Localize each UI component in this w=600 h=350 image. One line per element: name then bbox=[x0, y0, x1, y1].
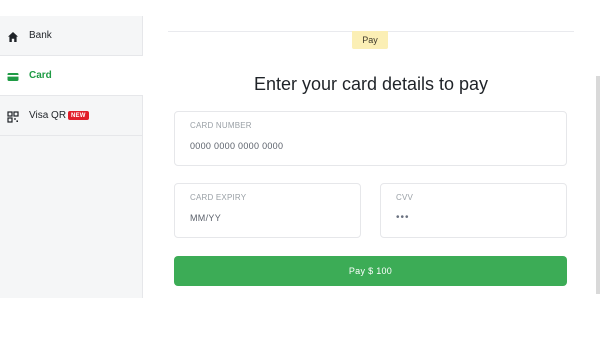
sidebar-item-label: Visa QR bbox=[29, 110, 67, 121]
qr-code-icon bbox=[7, 110, 19, 123]
sidebar-item-card[interactable]: Card bbox=[0, 56, 143, 96]
cvv-field[interactable]: CVV ••• bbox=[380, 183, 567, 238]
home-icon bbox=[7, 30, 19, 42]
page-title: Enter your card details to pay bbox=[253, 74, 489, 94]
cvv-placeholder: ••• bbox=[396, 212, 410, 223]
scrollbar[interactable] bbox=[596, 76, 600, 294]
card-number-field[interactable]: CARD NUMBER 0000 0000 0000 0000 bbox=[174, 111, 567, 166]
sidebar-item-label: Card bbox=[29, 70, 52, 81]
cvv-label: CVV bbox=[396, 193, 414, 202]
payment-method-sidebar: Bank Card Visa QR NEW bbox=[0, 16, 143, 298]
card-expiry-label: CARD EXPIRY bbox=[190, 193, 247, 202]
payment-page: Bank Card Visa QR NEW Pay Enter your car… bbox=[0, 0, 600, 350]
sidebar-item-bank[interactable]: Bank bbox=[0, 16, 143, 56]
new-badge: NEW bbox=[68, 111, 89, 120]
card-number-placeholder: 0000 0000 0000 0000 bbox=[190, 141, 284, 151]
card-expiry-field[interactable]: CARD EXPIRY MM/YY bbox=[174, 183, 361, 238]
sidebar-item-visa-qr[interactable]: Visa QR NEW bbox=[0, 96, 143, 136]
pay-tag: Pay bbox=[352, 31, 388, 49]
card-number-label: CARD NUMBER bbox=[190, 121, 252, 130]
pay-button[interactable]: Pay $ 100 bbox=[174, 256, 567, 286]
sidebar-item-label: Bank bbox=[29, 30, 52, 41]
credit-card-icon bbox=[7, 70, 19, 82]
card-expiry-placeholder: MM/YY bbox=[190, 213, 222, 223]
